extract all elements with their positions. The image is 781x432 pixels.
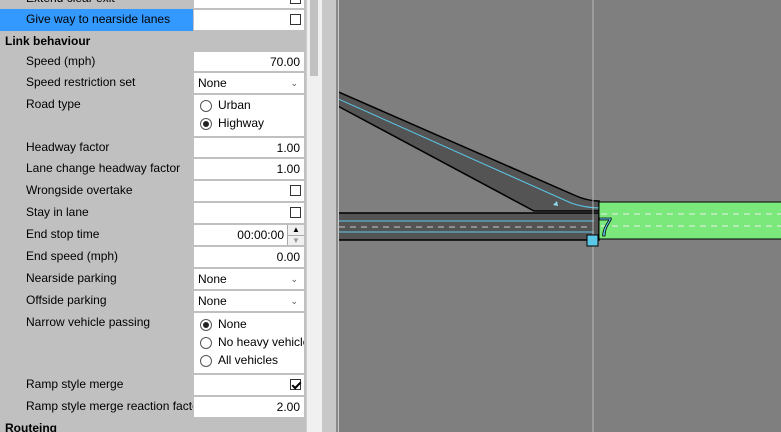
offside-parking-row[interactable]: Offside parking None ⌄ xyxy=(0,290,304,312)
give-way-value xyxy=(194,10,304,30)
category-routeing[interactable]: Routeing xyxy=(0,418,304,432)
spin-up-icon[interactable]: ▲ xyxy=(288,225,304,236)
spin-down-icon[interactable]: ▼ xyxy=(288,236,304,245)
offside-parking-value: None xyxy=(198,294,227,308)
end-speed-row[interactable]: End speed (mph) 0.00 xyxy=(0,246,304,268)
end-speed-input[interactable]: 0.00 xyxy=(194,247,304,267)
slip-road[interactable] xyxy=(339,90,600,212)
lane-change-headway-row[interactable]: Lane change headway factor 1.00 xyxy=(0,158,304,180)
nearside-parking-value: None xyxy=(198,272,227,286)
chevron-down-icon[interactable]: ⌄ xyxy=(290,73,298,93)
headway-row[interactable]: Headway factor 1.00 xyxy=(0,137,304,158)
speed-row[interactable]: Speed (mph) 70.00 xyxy=(0,51,304,72)
end-stop-time-row[interactable]: End stop time 00:00:00 ▲ ▼ xyxy=(0,224,304,246)
extend-clear-exit-checkbox[interactable] xyxy=(290,0,301,4)
stay-in-lane-value xyxy=(194,203,304,223)
time-spinner[interactable]: ▲ ▼ xyxy=(287,225,304,245)
speed-label: Speed (mph) xyxy=(26,54,96,68)
nearside-parking-row[interactable]: Nearside parking None ⌄ xyxy=(0,268,304,290)
network-drawing: 7 xyxy=(339,0,781,432)
wrongside-value xyxy=(194,181,304,201)
speed-restriction-value: None xyxy=(198,76,227,90)
narrow-vehicle-label: Narrow vehicle passing xyxy=(26,315,151,329)
road-type-options: Urban Highway xyxy=(194,95,304,136)
nearside-parking-label: Nearside parking xyxy=(26,271,117,285)
nearside-parking-select[interactable]: None ⌄ xyxy=(194,269,304,289)
lane-change-headway-label: Lane change headway factor xyxy=(26,161,181,175)
ramp-reaction-label: Ramp style merge reaction factor xyxy=(26,399,193,413)
end-stop-time-label: End stop time xyxy=(26,227,100,241)
wrongside-row[interactable]: Wrongside overtake xyxy=(0,180,304,202)
green-link[interactable] xyxy=(598,201,781,240)
narrow-no-heavy-label[interactable]: No heavy vehicle xyxy=(218,335,304,349)
speed-restriction-select[interactable]: None ⌄ xyxy=(194,73,304,93)
give-way-checkbox[interactable] xyxy=(290,14,301,25)
end-speed-label: End speed (mph) xyxy=(26,249,119,263)
stay-in-lane-label: Stay in lane xyxy=(26,205,89,219)
properties-panel: Extend clear exit Give way to nearside l… xyxy=(0,0,306,432)
category-link-behaviour[interactable]: Link behaviour xyxy=(0,31,304,51)
node-square[interactable] xyxy=(586,234,599,247)
ramp-reaction-input[interactable]: 2.00 xyxy=(194,397,304,417)
lane-change-headway-input[interactable]: 1.00 xyxy=(194,159,304,179)
road-type-urban-radio[interactable] xyxy=(200,100,212,112)
extend-clear-exit-row: Extend clear exit xyxy=(0,0,304,9)
network-canvas[interactable]: 7 xyxy=(339,0,781,432)
speed-restriction-row[interactable]: Speed restriction set None ⌄ xyxy=(0,72,304,94)
narrow-no-heavy-radio[interactable] xyxy=(200,337,212,349)
speed-restriction-label: Speed restriction set xyxy=(26,75,136,89)
ramp-merge-label: Ramp style merge xyxy=(26,377,124,391)
narrow-none-label[interactable]: None xyxy=(218,317,247,331)
road-type-highway-label[interactable]: Highway xyxy=(218,116,264,130)
ramp-merge-row[interactable]: Ramp style merge xyxy=(0,374,304,396)
give-way-label: Give way to nearside lanes xyxy=(0,9,193,31)
node-label[interactable]: 7 xyxy=(598,212,613,243)
stay-in-lane-row[interactable]: Stay in lane xyxy=(0,202,304,224)
end-stop-time-input[interactable]: 00:00:00 ▲ ▼ xyxy=(194,225,304,245)
narrow-none-radio[interactable] xyxy=(200,319,212,331)
panel-splitter[interactable] xyxy=(322,0,339,432)
narrow-all-radio[interactable] xyxy=(200,355,212,367)
narrow-vehicle-options: None No heavy vehicle All vehicles xyxy=(194,313,304,373)
vertical-scrollbar[interactable] xyxy=(306,0,322,432)
headway-label: Headway factor xyxy=(26,140,110,154)
road-type-highway-radio[interactable] xyxy=(200,118,212,130)
wrongside-checkbox[interactable] xyxy=(290,185,301,196)
scrollbar-thumb[interactable] xyxy=(310,0,318,76)
narrow-all-label[interactable]: All vehicles xyxy=(218,353,278,367)
headway-input[interactable]: 1.00 xyxy=(194,138,304,157)
narrow-vehicle-row[interactable]: Narrow vehicle passing None No heavy veh… xyxy=(0,312,304,374)
speed-input[interactable]: 70.00 xyxy=(194,52,304,71)
wrongside-label: Wrongside overtake xyxy=(26,183,133,197)
ramp-merge-checkbox[interactable] xyxy=(290,379,301,390)
offside-parking-label: Offside parking xyxy=(26,293,107,307)
road-type-row[interactable]: Road type Urban Highway xyxy=(0,94,304,137)
chevron-down-icon[interactable]: ⌄ xyxy=(290,269,298,289)
extend-clear-exit-value xyxy=(194,0,304,8)
give-way-row[interactable]: Give way to nearside lanes xyxy=(0,9,304,31)
offside-parking-select[interactable]: None ⌄ xyxy=(194,291,304,311)
chevron-down-icon[interactable]: ⌄ xyxy=(290,291,298,311)
ramp-reaction-row[interactable]: Ramp style merge reaction factor 2.00 xyxy=(0,396,304,418)
stay-in-lane-checkbox[interactable] xyxy=(290,207,301,218)
road-type-label: Road type xyxy=(26,97,81,111)
extend-clear-exit-label: Extend clear exit xyxy=(0,0,193,9)
end-stop-time-value: 00:00:00 xyxy=(237,228,284,242)
road-type-urban-label[interactable]: Urban xyxy=(218,98,251,112)
ramp-merge-value xyxy=(194,375,304,395)
